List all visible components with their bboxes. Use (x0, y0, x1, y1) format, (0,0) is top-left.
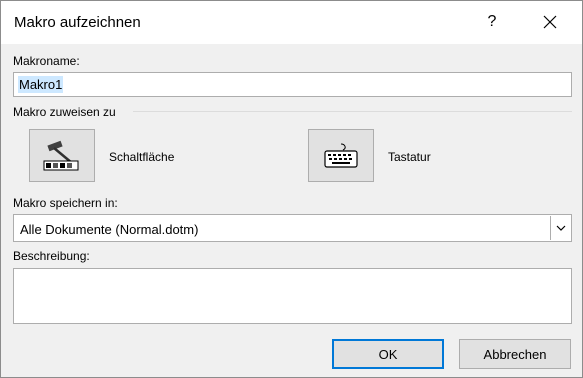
description-label: Beschreibung: (13, 249, 90, 263)
store-in-label: Makro speichern in: (13, 196, 118, 210)
assign-group-label: Makro zuweisen zu (13, 105, 116, 119)
assign-keyboard-button[interactable] (308, 129, 374, 182)
assign-button-label: Schaltfläche (109, 150, 175, 164)
macro-name-input[interactable]: Makro1 (13, 72, 572, 97)
ok-button[interactable]: OK (332, 339, 444, 369)
help-button[interactable]: ? (469, 3, 515, 41)
assign-button-button[interactable] (29, 129, 95, 182)
hammer-toolbar-icon (43, 140, 79, 170)
chevron-down-icon (556, 225, 565, 231)
macro-name-value: Makro1 (18, 76, 64, 93)
group-divider (133, 111, 572, 112)
store-in-dropdown-button[interactable] (550, 216, 570, 240)
dialog-title: Makro aufzeichnen (14, 14, 141, 31)
title-bar: Makro aufzeichnen ? (1, 1, 582, 44)
description-textarea[interactable] (13, 268, 572, 324)
close-button[interactable] (527, 3, 573, 41)
cancel-button[interactable]: Abbrechen (459, 339, 571, 369)
store-in-value: Alle Dokumente (Normal.dotm) (20, 222, 199, 237)
keyboard-icon (324, 143, 358, 168)
store-in-select[interactable]: Alle Dokumente (Normal.dotm) (13, 214, 572, 242)
close-icon (543, 15, 557, 29)
assign-keyboard-label: Tastatur (388, 150, 431, 164)
macro-name-label: Makroname: (13, 54, 80, 68)
record-macro-dialog: Makro aufzeichnen ? Makroname: Makro1 Ma… (0, 0, 583, 378)
